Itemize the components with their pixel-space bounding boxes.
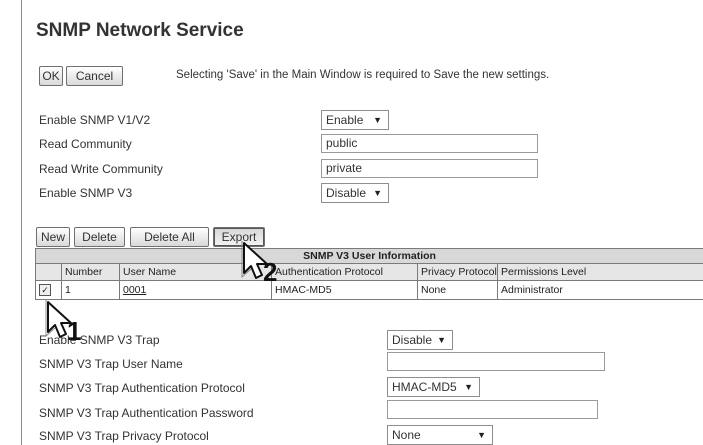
user-auth-protocol-cell: HMAC-MD5 [271, 280, 418, 300]
trap-user-name-input[interactable] [387, 352, 605, 371]
chevron-down-icon: ▼ [373, 115, 382, 125]
trap-auth-protocol-label: SNMP V3 Trap Authentication Protocol [39, 381, 245, 395]
trap-auth-protocol-select[interactable]: HMAC-MD5 ▼ [387, 377, 480, 397]
table-header-row: Number User Name Authentication Protocol… [35, 263, 703, 281]
save-notice: Selecting 'Save' in the Main Window is r… [176, 69, 550, 81]
trap-privacy-protocol-value: None [392, 428, 421, 442]
read-write-community-input[interactable]: private [321, 159, 538, 178]
step-2-marker: 2 [263, 257, 278, 287]
content-frame [21, 0, 703, 445]
trap-user-name-label: SNMP V3 Trap User Name [39, 357, 183, 371]
enable-v3-select[interactable]: Disable ▼ [321, 183, 389, 203]
enable-v1v2-label: Enable SNMP V1/V2 [39, 113, 151, 127]
column-header-permissions-level: Permissions Level [496, 263, 703, 281]
enable-v1v2-select[interactable]: Enable ▼ [321, 110, 389, 130]
snmp-v3-user-table: SNMP V3 User Information Number User Nam… [34, 248, 703, 300]
trap-auth-password-label: SNMP V3 Trap Authentication Password [39, 406, 254, 420]
trap-auth-password-input[interactable] [387, 400, 598, 419]
chevron-down-icon: ▼ [477, 430, 486, 440]
trap-auth-protocol-value: HMAC-MD5 [392, 380, 457, 394]
enable-v3-value: Disable [326, 186, 367, 200]
table-row: ✓ 1 0001 HMAC-MD5 None Administrator [35, 280, 703, 300]
user-privacy-protocol-cell: None [417, 280, 498, 300]
column-header-privacy-protocol: Privacy Protocol [417, 263, 498, 281]
delete-user-button[interactable]: Delete [74, 227, 125, 247]
cancel-button[interactable]: Cancel [66, 66, 123, 86]
new-user-button[interactable]: New [36, 227, 70, 247]
trap-privacy-protocol-label: SNMP V3 Trap Privacy Protocol [39, 429, 209, 443]
read-community-label: Read Community [39, 137, 132, 151]
chevron-down-icon: ▼ [464, 382, 473, 392]
read-write-community-label: Read Write Community [39, 162, 163, 176]
enable-v1v2-value: Enable [326, 113, 364, 127]
column-header-select [35, 263, 62, 281]
trap-privacy-protocol-select[interactable]: None ▼ [387, 425, 493, 445]
ok-button[interactable]: OK [39, 66, 63, 86]
table-caption: SNMP V3 User Information [34, 248, 703, 264]
column-header-number: Number [61, 263, 120, 281]
enable-trap-select[interactable]: Disable ▼ [387, 330, 453, 350]
page-title: SNMP Network Service [36, 20, 244, 41]
column-header-auth-protocol: Authentication Protocol [271, 263, 418, 281]
delete-all-users-button[interactable]: Delete All [130, 227, 209, 247]
user-permission-cell: Administrator [496, 280, 703, 300]
enable-trap-value: Disable [392, 333, 433, 347]
chevron-down-icon: ▼ [437, 335, 446, 345]
read-community-input[interactable]: public [321, 134, 538, 153]
step-1-marker: 1 [67, 316, 82, 346]
checkbox-icon[interactable]: ✓ [39, 284, 51, 297]
user-name-link[interactable]: 0001 [123, 284, 146, 296]
chevron-down-icon: ▼ [373, 188, 382, 198]
enable-v3-label: Enable SNMP V3 [39, 186, 133, 200]
